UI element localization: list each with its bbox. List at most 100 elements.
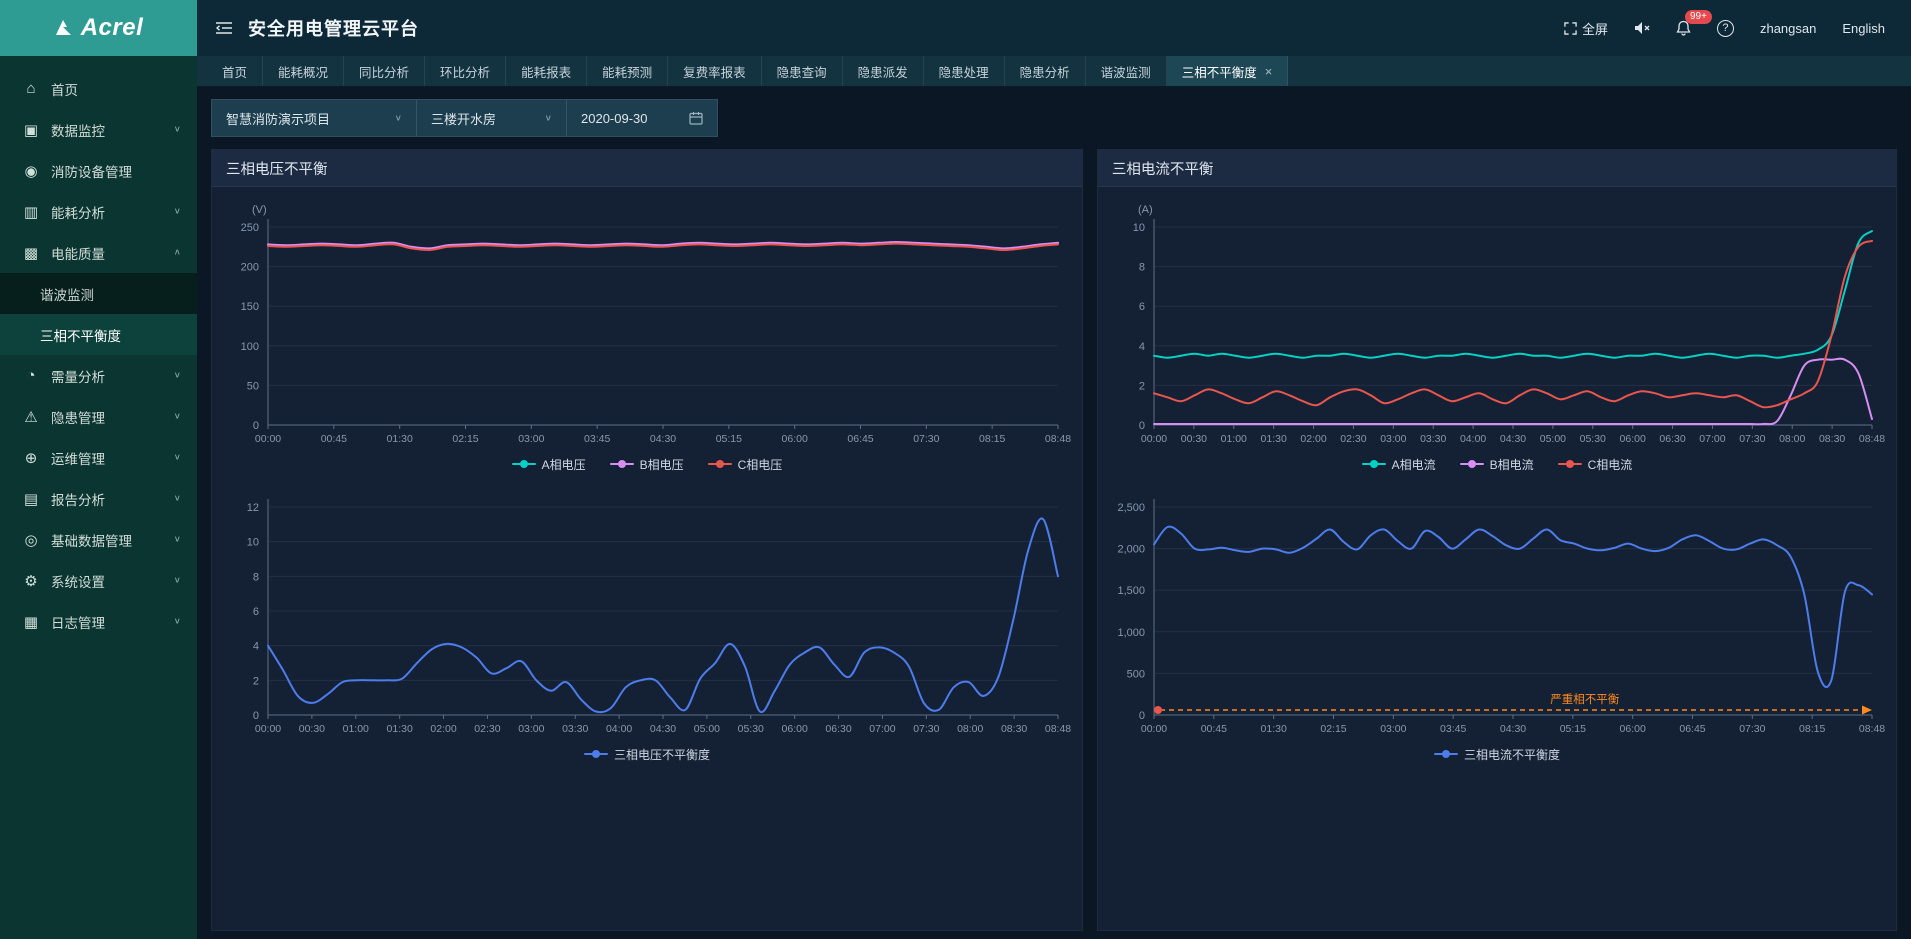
username[interactable]: zhangsan (1760, 21, 1816, 36)
top-header: 安全用电管理云平台 全屏 (197, 0, 1911, 56)
sidebar-item-label: 谐波监测 (40, 284, 181, 304)
log-icon: ▦ (22, 613, 40, 631)
legend-marker-icon (1558, 460, 1582, 468)
chart-current_lines: 0246810(A)00:0000:3001:0001:3002:0002:30… (1098, 197, 1896, 451)
tab-13[interactable]: 三相不平衡度× (1167, 56, 1289, 86)
legend-item-三相电压不平衡度[interactable]: 三相电压不平衡度 (584, 746, 710, 763)
legend-label: A相电流 (1392, 456, 1436, 473)
svg-text:06:00: 06:00 (1619, 433, 1645, 445)
fullscreen-button[interactable]: 全屏 (1564, 19, 1608, 38)
svg-text:6: 6 (1139, 301, 1145, 313)
tab-7[interactable]: 复费率报表 (668, 56, 762, 86)
svg-text:2,500: 2,500 (1117, 502, 1145, 514)
chevron-down-icon: ∨ (174, 494, 181, 503)
tab-bar: 首页能耗概况同比分析环比分析能耗报表能耗预测复费率报表隐患查询隐患派发隐患处理隐… (197, 56, 1911, 87)
svg-text:08:00: 08:00 (957, 723, 983, 735)
sidebar-item-label: 电能质量 (51, 243, 174, 263)
sidebar-item-label: 首页 (51, 79, 181, 99)
current-unbalance-legend: 三相电流不平衡度 (1098, 741, 1896, 767)
date-picker[interactable]: 2020-09-30 (567, 100, 717, 136)
svg-text:08:00: 08:00 (1779, 433, 1805, 445)
current-unbalance-panel: 三相电流不平衡 0246810(A)00:0000:3001:0001:3002… (1097, 149, 1897, 931)
svg-text:01:30: 01:30 (387, 723, 413, 735)
legend-label: B相电流 (1490, 456, 1534, 473)
legend-marker-icon (512, 460, 536, 468)
legend-item-A相电流[interactable]: A相电流 (1362, 456, 1436, 473)
svg-text:03:00: 03:00 (1380, 433, 1406, 445)
sidebar-item-home[interactable]: ⌂首页 (0, 68, 197, 109)
tab-3[interactable]: 同比分析 (344, 56, 425, 86)
bar-chart-icon: ▥ (22, 203, 40, 221)
svg-text:2: 2 (1139, 380, 1145, 392)
close-icon[interactable]: × (1265, 64, 1273, 79)
panel-header: 三相电流不平衡 (1098, 150, 1896, 187)
sidebar-item-harmonic-monitor[interactable]: 谐波监测 (0, 273, 197, 314)
svg-text:08:48: 08:48 (1045, 433, 1071, 445)
svg-text:08:30: 08:30 (1001, 723, 1027, 735)
sidebar-item-log-management[interactable]: ▦日志管理∨ (0, 601, 197, 642)
legend-item-C相电压[interactable]: C相电压 (708, 456, 783, 473)
tab-5[interactable]: 能耗报表 (506, 56, 587, 86)
svg-text:03:00: 03:00 (1380, 723, 1406, 735)
sidebar-item-label: 运维管理 (51, 448, 174, 468)
svg-text:2,000: 2,000 (1117, 544, 1145, 556)
notifications-button[interactable]: 99+ (1676, 20, 1691, 36)
svg-text:07:30: 07:30 (913, 723, 939, 735)
svg-text:严重相不平衡: 严重相不平衡 (1550, 692, 1619, 706)
sidebar-submenu: 谐波监测三相不平衡度 (0, 273, 197, 355)
sidebar-collapse-button[interactable] (215, 21, 233, 35)
svg-text:00:45: 00:45 (321, 433, 347, 445)
calendar-icon (689, 111, 703, 125)
legend-item-A相电压[interactable]: A相电压 (512, 456, 586, 473)
chevron-down-icon: ∨ (174, 617, 181, 626)
sidebar-item-system-settings[interactable]: ⚙系统设置∨ (0, 560, 197, 601)
help-button[interactable]: ? (1717, 20, 1734, 37)
sidebar-item-base-data[interactable]: ◎基础数据管理∨ (0, 519, 197, 560)
sidebar-item-hazard-management[interactable]: ⚠隐患管理∨ (0, 396, 197, 437)
sidebar-item-three-phase-unbalance[interactable]: 三相不平衡度 (0, 314, 197, 355)
svg-text:00:00: 00:00 (255, 723, 281, 735)
fullscreen-icon (1564, 22, 1577, 35)
svg-text:01:30: 01:30 (1260, 433, 1286, 445)
sidebar-item-operations[interactable]: ⊕运维管理∨ (0, 437, 197, 478)
tab-2[interactable]: 能耗概况 (263, 56, 344, 86)
sidebar-item-demand-analysis[interactable]: ◔需量分析∨ (0, 355, 197, 396)
svg-text:02:00: 02:00 (430, 723, 456, 735)
legend-label: C相电流 (1588, 456, 1633, 473)
mute-button[interactable] (1634, 21, 1650, 35)
sidebar-item-label: 基础数据管理 (51, 530, 174, 550)
svg-text:02:30: 02:30 (474, 723, 500, 735)
sidebar-item-power-quality[interactable]: ▩电能质量∧ (0, 232, 197, 273)
sidebar-item-report-analysis[interactable]: ▤报告分析∨ (0, 478, 197, 519)
legend-item-B相电流[interactable]: B相电流 (1460, 456, 1534, 473)
chart-current_unbalance: 05001,0001,5002,0002,50000:0000:4501:300… (1098, 487, 1896, 741)
tab-9[interactable]: 隐患派发 (843, 56, 924, 86)
tab-6[interactable]: 能耗预测 (587, 56, 668, 86)
content-area: 智慧消防演示项目 ∨ 三楼开水房 ∨ 2020-09-30 (197, 87, 1911, 939)
legend-item-B相电压[interactable]: B相电压 (610, 456, 684, 473)
tab-4[interactable]: 环比分析 (425, 56, 506, 86)
speaker-mute-icon (1634, 21, 1650, 35)
legend-marker-icon (1362, 460, 1386, 468)
tab-1[interactable]: 首页 (207, 56, 263, 86)
project-select[interactable]: 智慧消防演示项目 ∨ (212, 100, 417, 136)
tab-10[interactable]: 隐患处理 (924, 56, 1005, 86)
sidebar-item-label: 能耗分析 (51, 202, 174, 222)
sidebar-item-fire-equipment[interactable]: ◉消防设备管理 (0, 150, 197, 191)
svg-text:250: 250 (241, 222, 259, 234)
tab-12[interactable]: 谐波监测 (1086, 56, 1167, 86)
panel-header: 三相电压不平衡 (212, 150, 1082, 187)
sidebar-item-data-monitor[interactable]: ▣数据监控∨ (0, 109, 197, 150)
voltage-unbalance-legend: 三相电压不平衡度 (212, 741, 1082, 767)
sidebar-item-energy-analysis[interactable]: ▥能耗分析∨ (0, 191, 197, 232)
tab-8[interactable]: 隐患查询 (762, 56, 843, 86)
room-select[interactable]: 三楼开水房 ∨ (417, 100, 567, 136)
svg-text:03:00: 03:00 (518, 433, 544, 445)
svg-text:05:15: 05:15 (716, 433, 742, 445)
language-switch[interactable]: English (1842, 21, 1885, 36)
legend-item-三相电流不平衡度[interactable]: 三相电流不平衡度 (1434, 746, 1560, 763)
tab-11[interactable]: 隐患分析 (1005, 56, 1086, 86)
svg-text:07:30: 07:30 (1739, 723, 1765, 735)
legend-item-C相电流[interactable]: C相电流 (1558, 456, 1633, 473)
svg-text:04:30: 04:30 (650, 433, 676, 445)
